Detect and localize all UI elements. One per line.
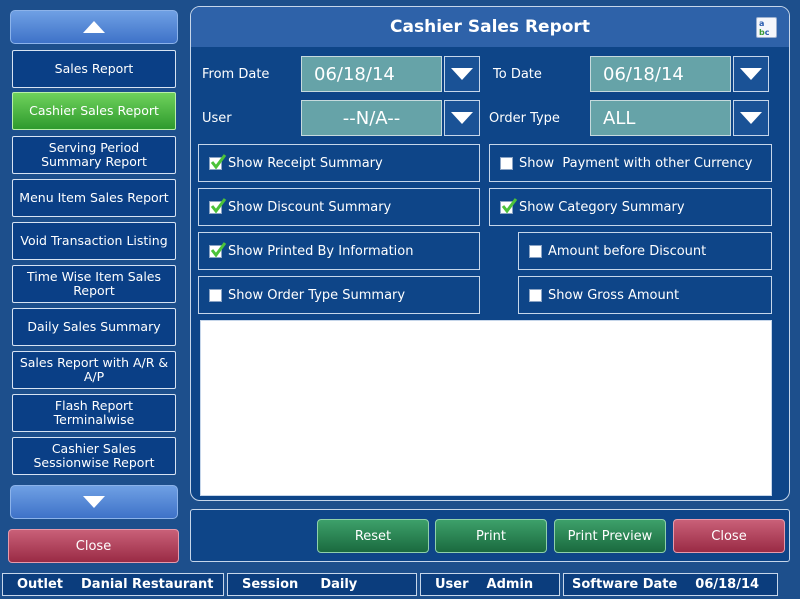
option-label: Show Category Summary [519,199,685,215]
chevron-down-icon [83,496,105,508]
option-label: Show Gross Amount [548,287,680,303]
sidebar-item-daily-sales-summary[interactable]: Daily Sales Summary [12,308,176,346]
sidebar-item-flash-report[interactable]: Flash Report Terminalwise [12,394,176,432]
page-title: Cashier Sales Report a bc [191,7,789,47]
option-label: Show Payment with other Currency [519,155,753,171]
sidebar-item-cashier-sessionwise[interactable]: Cashier Sales Sessionwise Report [12,437,176,475]
checkbox-checked [209,241,227,258]
chevron-down-icon [740,68,762,80]
option-payment-other-currency[interactable]: Show Payment with other Currency [489,144,772,182]
status-outlet-label: Outlet [17,577,64,592]
to-date-field[interactable]: 06/18/14 [590,56,731,92]
from-date-dropdown-button[interactable] [444,56,480,92]
option-printed-by-information[interactable]: Show Printed By Information [198,232,480,270]
status-software-date: Software Date 06/18/14 [563,573,778,596]
checkmark-icon [210,241,227,257]
checkmark-icon [210,197,227,213]
report-output-area[interactable] [200,320,772,496]
scroll-up-button[interactable] [10,10,178,44]
option-amount-before-discount[interactable]: Amount before Discount [518,232,772,270]
option-order-type-summary[interactable]: Show Order Type Summary [198,276,480,314]
checkbox-unchecked [529,288,542,302]
sidebar-item-cashier-sales-report[interactable]: Cashier Sales Report [12,92,176,130]
checkmark-icon [501,197,518,213]
user-label: User [202,111,232,126]
sidebar-item-void-transaction[interactable]: Void Transaction Listing [12,222,176,260]
sidebar-close-button[interactable]: Close [8,529,179,563]
status-outlet: Outlet Danial Restaurant [2,573,224,596]
order-type-label: Order Type [489,111,560,126]
checkbox-checked [500,197,518,214]
print-preview-button[interactable]: Print Preview [554,519,666,553]
option-label: Show Receipt Summary [228,155,383,171]
status-session-value: Daily [320,577,358,592]
status-bar: Outlet Danial Restaurant Session Daily U… [0,571,800,599]
status-software-date-label: Software Date [572,577,678,592]
checkbox-unchecked [209,288,222,302]
order-type-dropdown-button[interactable] [733,100,769,136]
status-user-label: User [435,577,469,592]
option-label: Amount before Discount [548,243,707,259]
option-discount-summary[interactable]: Show Discount Summary [198,188,480,226]
status-user: User Admin [420,573,560,596]
option-receipt-summary[interactable]: Show Receipt Summary [198,144,480,182]
chevron-down-icon [740,112,762,124]
to-date-label: To Date [493,67,542,82]
option-gross-amount[interactable]: Show Gross Amount [518,276,772,314]
checkbox-unchecked [500,156,513,170]
print-button[interactable]: Print [435,519,547,553]
from-date-label: From Date [202,67,270,82]
sidebar-item-sales-report[interactable]: Sales Report [12,50,176,88]
option-label: Show Printed By Information [228,243,414,259]
checkmark-icon [210,153,227,169]
status-user-value: Admin [486,577,534,592]
chevron-up-icon [83,21,105,33]
option-label: Show Discount Summary [228,199,392,215]
user-dropdown-button[interactable] [444,100,480,136]
user-field[interactable]: --N/A-- [301,100,442,136]
reset-button[interactable]: Reset [317,519,429,553]
close-button[interactable]: Close [673,519,785,553]
status-session: Session Daily [227,573,417,596]
status-software-date-value: 06/18/14 [695,577,760,592]
sidebar-item-serving-period-summary[interactable]: Serving Period Summary Report [12,136,176,174]
checkbox-checked [209,197,227,214]
sidebar-item-sales-report-ar-ap[interactable]: Sales Report with A/R & A/P [12,351,176,389]
chevron-down-icon [451,112,473,124]
scroll-down-button[interactable] [10,485,178,519]
checkbox-checked [209,153,227,170]
report-panel: Cashier Sales Report a bc From Date 06/18… [190,6,790,501]
from-date-field[interactable]: 06/18/14 [301,56,442,92]
status-outlet-value: Danial Restaurant [81,577,214,592]
option-category-summary[interactable]: Show Category Summary [489,188,772,226]
spell-check-icon[interactable]: a bc [756,17,777,38]
checkbox-unchecked [529,244,542,258]
option-label: Show Order Type Summary [228,287,406,303]
status-session-label: Session [242,577,299,592]
sidebar-item-time-wise-item-sales[interactable]: Time Wise Item Sales Report [12,265,176,303]
page-title-text: Cashier Sales Report [390,17,590,37]
to-date-dropdown-button[interactable] [733,56,769,92]
chevron-down-icon [451,68,473,80]
order-type-field[interactable]: ALL [590,100,731,136]
sidebar-item-menu-item-sales[interactable]: Menu Item Sales Report [12,179,176,217]
action-bar: Reset Print Print Preview Close [190,509,790,562]
